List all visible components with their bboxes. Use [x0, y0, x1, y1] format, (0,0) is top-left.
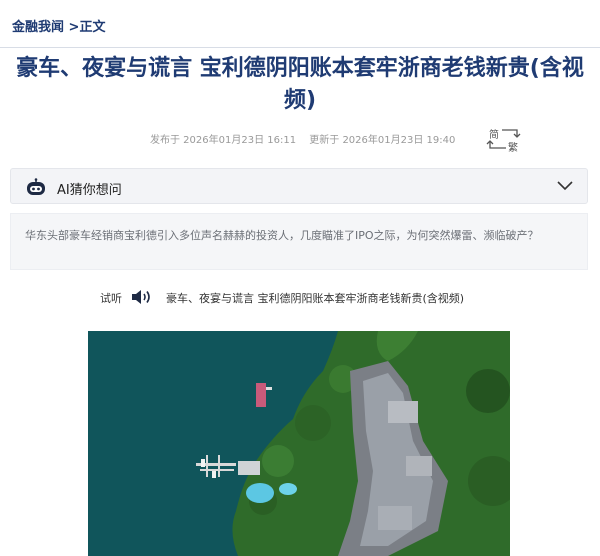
- article-meta: 发布于 2026年01月23日 16:11 更新于 2026年01月23日 19…: [150, 131, 455, 146]
- speaker-icon[interactable]: [130, 288, 152, 306]
- updated-time: 更新于 2026年01月23日 19:40: [309, 135, 456, 146]
- article-image: [88, 331, 510, 556]
- breadcrumb-home-link[interactable]: 金融我闻: [12, 20, 64, 35]
- breadcrumb-separator: >: [64, 20, 80, 35]
- breadcrumb-current[interactable]: 正文: [79, 20, 105, 35]
- listen-label: 试听: [100, 292, 122, 305]
- simplified-traditional-toggle[interactable]: 简 繁: [486, 126, 522, 154]
- audio-title: 豪车、夜宴与谎言 宝利德阴阳账本套牢浙商老钱新贵(含视频): [166, 292, 465, 305]
- article-summary: 华东头部豪车经销商宝利德引入多位声名赫赫的投资人，几度瞄准了IPO之际，为何突然…: [10, 213, 588, 270]
- robot-icon: [27, 178, 45, 195]
- simplified-label: 简: [489, 130, 499, 141]
- article-title: 豪车、夜宴与谎言 宝利德阴阳账本套牢浙商老钱新贵(含视频): [16, 56, 584, 113]
- ai-suggest-label: AI猜你想问: [57, 183, 122, 198]
- ai-suggest-bar[interactable]: AI猜你想问: [10, 168, 588, 204]
- published-time: 发布于 2026年01月23日 16:11: [150, 135, 297, 146]
- top-bar: 金融我闻 >正文: [0, 0, 600, 48]
- traditional-label: 繁: [508, 143, 518, 154]
- breadcrumb: 金融我闻 >正文: [12, 16, 105, 35]
- aerial-resort-photo: [88, 331, 510, 556]
- chevron-down-icon[interactable]: [557, 181, 573, 191]
